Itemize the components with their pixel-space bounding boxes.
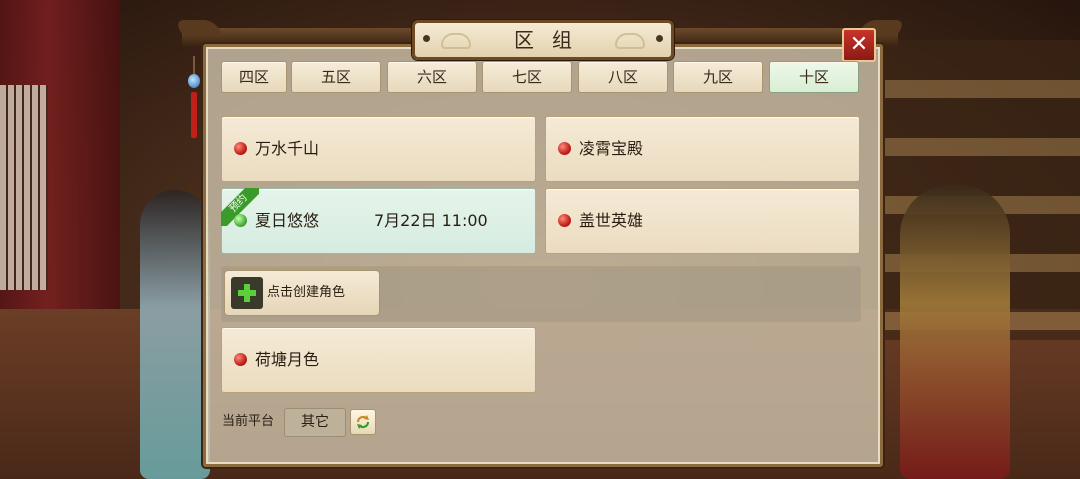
status-dot-icon — [234, 142, 247, 155]
server-card[interactable]: 万水千山 — [221, 116, 536, 182]
status-dot-icon — [234, 353, 247, 366]
server-name: 荷塘月色 — [255, 350, 320, 369]
tab-zone-5[interactable]: 五区 — [291, 61, 381, 93]
server-open-time: 7月22日 11:00 — [374, 211, 488, 230]
status-dot-icon — [558, 142, 571, 155]
create-role-button[interactable]: 点击创建角色 — [224, 270, 380, 316]
background-character-left — [140, 190, 210, 479]
charm-icon — [188, 56, 200, 138]
server-card[interactable]: 凌霄宝殿 — [545, 116, 860, 182]
status-dot-icon — [558, 214, 571, 227]
plus-icon — [231, 277, 263, 309]
server-card[interactable]: 盖世英雄 — [545, 188, 860, 254]
tab-zone-7[interactable]: 七区 — [482, 61, 572, 93]
refresh-icon[interactable] — [350, 409, 376, 435]
tab-zone-4[interactable]: 四区 — [221, 61, 287, 93]
server-card[interactable]: 荷塘月色 — [221, 327, 536, 393]
platform-label: 当前平台 — [222, 414, 275, 429]
tab-zone-8[interactable]: 八区 — [578, 61, 668, 93]
create-role-label: 点击创建角色 — [267, 285, 346, 300]
dialog-title-plate: 区组 — [412, 20, 674, 60]
server-card-reserve[interactable]: 预约 夏日悠悠 7月22日 11:00 — [221, 188, 536, 254]
server-name: 万水千山 — [255, 139, 320, 158]
server-select-dialog — [203, 44, 883, 467]
background-window — [0, 85, 48, 290]
close-icon[interactable]: ✕ — [842, 28, 876, 62]
server-name: 凌霄宝殿 — [579, 139, 644, 158]
dialog-title: 区组 — [514, 28, 590, 52]
tab-zone-6[interactable]: 六区 — [387, 61, 477, 93]
status-dot-icon — [234, 214, 247, 227]
server-name: 盖世英雄 — [579, 211, 644, 230]
tab-zone-9[interactable]: 九区 — [673, 61, 763, 93]
platform-select[interactable]: 其它 — [284, 408, 346, 437]
tab-zone-10[interactable]: 十区 — [769, 61, 859, 93]
server-name: 夏日悠悠 — [255, 211, 320, 230]
background-character-right — [900, 185, 1010, 479]
